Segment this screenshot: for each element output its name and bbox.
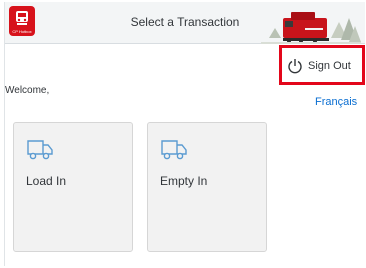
logo-mark [16,11,28,25]
tile-load-in[interactable]: Load In [13,122,133,252]
tile-empty-in[interactable]: Empty In [147,122,267,252]
sign-out-label: Sign Out [308,60,351,72]
welcome-username [68,84,102,96]
page-title: Select a Transaction [130,15,240,29]
truck-icon [161,140,187,160]
welcome-label: Welcome, [5,85,50,96]
tile-label: Load In [26,174,67,188]
locomotive-image [261,12,361,44]
app-frame: CP Hotbox Select a Transaction Welcome, … [4,2,365,266]
logo-text: CP Hotbox [12,29,32,34]
language-link[interactable]: Français [315,96,357,108]
sign-out-button[interactable]: Sign Out [287,57,351,75]
truck-icon [27,140,53,160]
shell-header: CP Hotbox Select a Transaction [5,2,365,44]
power-icon [288,59,302,74]
tile-label: Empty In [160,174,208,188]
sign-out-highlight: Sign Out [279,45,365,85]
cp-logo-icon[interactable]: CP Hotbox [9,6,35,36]
